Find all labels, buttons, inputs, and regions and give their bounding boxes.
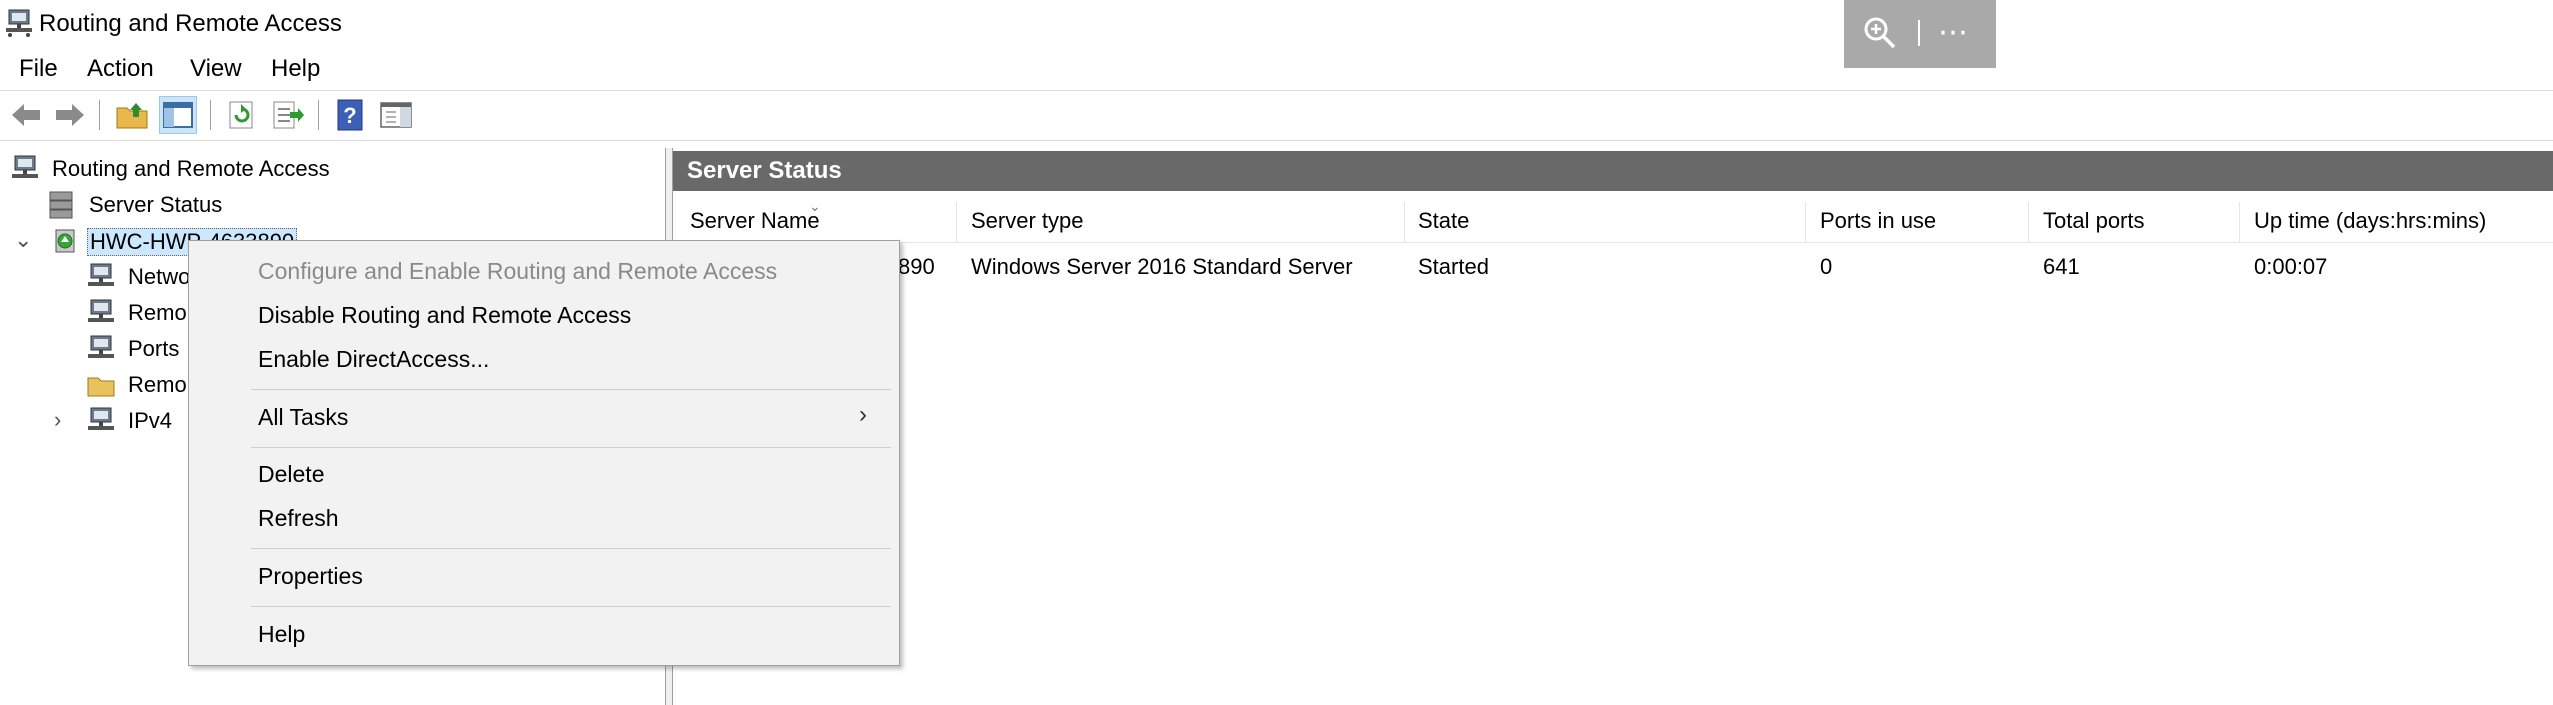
menu-separator <box>251 447 891 448</box>
menu-separator <box>251 548 891 549</box>
zoom-separator <box>1918 20 1920 46</box>
tree-item-label: Remo <box>128 372 187 397</box>
menu-separator <box>251 606 891 607</box>
cell-server-name: 890 <box>898 254 935 279</box>
menu-help[interactable]: Help <box>271 55 320 83</box>
title-bar: Routing and Remote Access <box>0 0 2553 50</box>
cell-uptime: 0:00:07 <box>2254 254 2328 279</box>
pane-header: Server Status <box>673 151 2553 191</box>
tree-item-label: Ports <box>128 336 180 361</box>
menu-bar: File Action View Help <box>0 50 2553 88</box>
table-row[interactable]: 890 Windows Server 2016 Standard Server … <box>673 248 2553 284</box>
toolbar-divider <box>0 140 2553 141</box>
remote-access-clients-icon <box>88 299 114 322</box>
toolbar-separator <box>210 100 211 130</box>
column-header-state[interactable]: State <box>1418 208 1469 234</box>
folder-icon <box>87 377 115 397</box>
cell-server-type: Windows Server 2016 Standard Server <box>971 254 1353 279</box>
submenu-arrow-icon: › <box>859 401 867 428</box>
column-divider[interactable] <box>956 202 957 242</box>
tree-item-server-status[interactable]: Server Status <box>0 188 660 222</box>
menu-action[interactable]: Action <box>87 55 154 83</box>
column-header-server-name[interactable]: Server Name <box>690 208 820 234</box>
help-icon[interactable]: ? <box>332 97 368 133</box>
server-status-icon <box>49 191 73 219</box>
menu-item-all-tasks[interactable]: All Tasks <box>258 404 348 431</box>
routing-app-icon <box>6 9 32 37</box>
tree-root-label: Routing and Remote Access <box>52 156 330 181</box>
menu-file[interactable]: File <box>19 55 58 83</box>
up-folder-icon[interactable] <box>114 97 150 133</box>
menu-item-enable-directaccess[interactable]: Enable DirectAccess... <box>258 346 489 373</box>
zoom-in-icon[interactable] <box>1862 15 1898 51</box>
tree-root[interactable]: Routing and Remote Access <box>0 152 660 186</box>
menu-item-refresh[interactable]: Refresh <box>258 505 339 532</box>
refresh-icon[interactable] <box>224 97 260 133</box>
menu-divider <box>0 90 2553 91</box>
menu-view[interactable]: View <box>190 55 242 83</box>
column-divider[interactable] <box>1805 202 1806 242</box>
column-headers: ⌄ Server Name Server type State Ports in… <box>673 198 2553 243</box>
toolbar: ? <box>0 92 2553 138</box>
column-header-server-type[interactable]: Server type <box>971 208 1084 234</box>
menu-item-disable-routing[interactable]: Disable Routing and Remote Access <box>258 302 631 329</box>
menu-item-help[interactable]: Help <box>258 621 305 648</box>
cell-total-ports: 641 <box>2043 254 2080 279</box>
tree-item-label: IPv4 <box>128 408 173 433</box>
details-pane: Server Status ⌄ Server Name Server type … <box>673 148 2553 705</box>
chevron-right-icon[interactable]: › <box>54 409 74 431</box>
forward-icon[interactable] <box>52 97 88 133</box>
column-header-ports-in-use[interactable]: Ports in use <box>1820 208 1936 234</box>
menu-separator <box>251 389 891 390</box>
svg-text:?: ? <box>343 103 356 128</box>
cell-state: Started <box>1418 254 1489 279</box>
server-enabled-icon <box>55 229 75 253</box>
routing-server-icon <box>12 155 38 178</box>
show-hide-action-pane-icon[interactable] <box>378 97 414 133</box>
column-divider[interactable] <box>2239 202 2240 242</box>
more-options-icon[interactable]: ⋯ <box>1938 16 1978 50</box>
export-list-icon[interactable] <box>270 97 306 133</box>
column-divider[interactable] <box>2028 202 2029 242</box>
window-title: Routing and Remote Access <box>39 10 342 37</box>
ipv4-icon <box>88 407 114 430</box>
cell-ports-in-use: 0 <box>1820 254 1833 279</box>
toolbar-separator <box>318 100 319 130</box>
chevron-down-icon[interactable]: ⌄ <box>14 229 34 251</box>
menu-item-configure-enable: Configure and Enable Routing and Remote … <box>258 258 778 284</box>
show-hide-console-tree-icon[interactable] <box>159 96 197 134</box>
tree-item-label: Netwo <box>128 264 191 289</box>
back-icon[interactable] <box>8 97 44 133</box>
tree-item-label: Server Status <box>89 192 223 217</box>
menu-item-delete[interactable]: Delete <box>258 461 324 488</box>
column-header-total-ports[interactable]: Total ports <box>2043 208 2145 234</box>
tree-item-label: Remo <box>128 300 187 325</box>
ports-icon <box>88 335 114 358</box>
column-divider[interactable] <box>1404 202 1405 242</box>
column-header-uptime[interactable]: Up time (days:hrs:mins) <box>2254 208 2486 234</box>
context-menu: Configure and Enable Routing and Remote … <box>188 240 900 666</box>
pane-title: Server Status <box>687 157 842 184</box>
network-interface-icon <box>88 263 114 286</box>
toolbar-separator <box>99 100 100 130</box>
menu-item-properties[interactable]: Properties <box>258 563 363 590</box>
